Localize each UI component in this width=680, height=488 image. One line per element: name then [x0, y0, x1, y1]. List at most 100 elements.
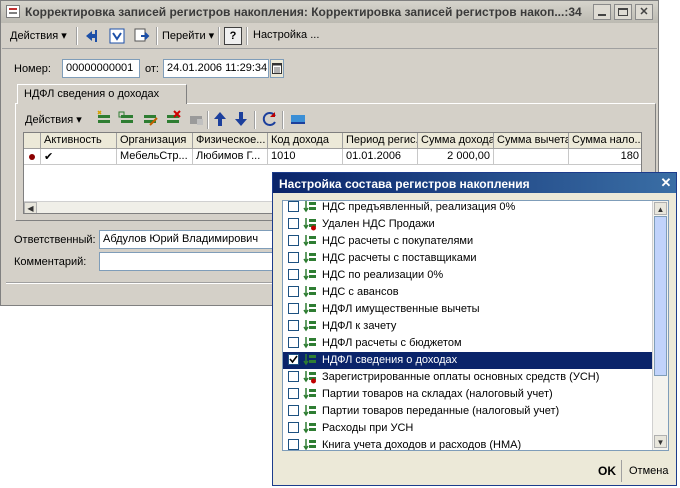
checkbox[interactable] — [288, 303, 299, 314]
help-icon: ? — [229, 30, 237, 42]
table-cell[interactable]: 2 000,00 — [418, 149, 494, 165]
number-label: Номер: — [14, 63, 51, 75]
table-cell[interactable]: 180 — [569, 149, 641, 165]
actions-menu[interactable]: Действия ▾ — [10, 29, 67, 42]
tab-ndfl-income[interactable]: НДФЛ сведения о доходах — [17, 84, 187, 104]
responsible-field[interactable]: Абдулов Юрий Владимирович — [99, 230, 289, 249]
comment-field[interactable] — [99, 252, 289, 271]
table-cell[interactable]: 01.01.2006 — [343, 149, 418, 165]
register-list-item[interactable]: НДФЛ к зачету — [283, 318, 653, 335]
grid-actions-menu[interactable]: Действия ▾ — [25, 113, 82, 126]
column-header[interactable]: Физическое... — [193, 133, 268, 149]
main-title-bar[interactable]: Корректировка записей регистров накоплен… — [1, 1, 658, 23]
scroll-up-icon[interactable]: ▲ — [654, 202, 667, 215]
checkbox[interactable] — [288, 371, 299, 382]
register-list-item[interactable]: Книга учета доходов и расходов (НМА) — [283, 437, 653, 450]
column-header[interactable]: Сумма нало... — [569, 133, 641, 149]
register-list-item[interactable]: НДФЛ имущественные вычеты — [283, 301, 653, 318]
maximize-button[interactable] — [614, 4, 632, 20]
table-cell[interactable]: МебельСтр... — [117, 149, 193, 165]
delete-row-icon[interactable] — [164, 110, 182, 128]
accumulation-register-icon — [303, 439, 316, 450]
post-document-icon[interactable] — [133, 27, 151, 45]
register-list-item[interactable]: Зарегистрированные оплаты основных средс… — [283, 369, 653, 386]
cancel-button[interactable]: Отмена — [629, 465, 668, 477]
column-header[interactable]: Сумма дохода — [418, 133, 494, 149]
ok-button[interactable]: OK — [598, 464, 616, 478]
table-cell[interactable]: 1010 — [268, 149, 343, 165]
checkbox[interactable] — [288, 201, 299, 212]
scroll-left-icon[interactable]: ◀ — [24, 202, 37, 213]
column-header[interactable]: Активность — [41, 133, 117, 149]
checkbox[interactable] — [288, 337, 299, 348]
column-header[interactable]: Организация — [117, 133, 193, 149]
table-cell[interactable]: ✔ — [41, 149, 117, 165]
checkbox[interactable] — [288, 218, 299, 229]
deleted-register-icon — [303, 371, 316, 384]
register-list-item[interactable]: Партии товаров на складах (налоговый уче… — [283, 386, 653, 403]
register-list-item[interactable]: НДФЛ сведения о доходах — [283, 352, 653, 369]
goto-menu[interactable]: Перейти ▾ — [162, 29, 214, 42]
end-edit-icon[interactable] — [187, 110, 205, 128]
checkbox[interactable] — [288, 388, 299, 399]
checkbox[interactable] — [288, 235, 299, 246]
table-cell[interactable] — [494, 149, 569, 165]
scroll-down-icon[interactable]: ▼ — [654, 435, 667, 448]
checkbox-checked[interactable] — [288, 354, 299, 365]
checkbox[interactable] — [288, 286, 299, 297]
add-row-icon[interactable] — [95, 110, 113, 128]
register-list[interactable]: НДС предъявленный, реализация 0% Удален Н… — [282, 200, 669, 451]
column-header[interactable]: Период регис... — [343, 133, 418, 149]
move-up-icon[interactable] — [211, 110, 229, 128]
checkbox[interactable] — [288, 252, 299, 263]
minimize-button[interactable] — [593, 4, 611, 20]
toolbar-separator — [207, 111, 209, 129]
help-button[interactable]: ? — [224, 27, 242, 45]
register-list-item[interactable]: Партии товаров переданные (налоговый уче… — [283, 403, 653, 420]
back-arrow-icon[interactable] — [83, 27, 101, 45]
column-header[interactable]: Сумма вычета — [494, 133, 569, 149]
register-list-item[interactable]: НДС расчеты с покупателями — [283, 233, 653, 250]
toolbar-separator — [218, 27, 220, 45]
close-button[interactable]: ✕ — [635, 4, 653, 20]
checkbox[interactable] — [288, 439, 299, 450]
accumulation-register-icon — [303, 320, 316, 332]
dialog-close-button[interactable]: ✕ — [658, 175, 674, 191]
move-down-icon[interactable] — [232, 110, 250, 128]
register-list-item-label: НДФЛ имущественные вычеты — [322, 303, 480, 315]
vertical-scrollbar[interactable]: ▲ ▼ — [652, 201, 668, 450]
dialog-title: Настройка состава регистров накопления — [279, 177, 530, 191]
register-list-item[interactable]: Расходы при УСН — [283, 420, 653, 437]
movement-report-icon[interactable] — [108, 27, 126, 45]
checkbox[interactable] — [288, 422, 299, 433]
register-list-item[interactable]: НДФЛ расчеты с бюджетом — [283, 335, 653, 352]
register-list-item[interactable]: НДС предъявленный, реализация 0% — [283, 201, 653, 216]
dialog-title-bar[interactable]: Настройка состава регистров накопления ✕ — [273, 173, 676, 193]
close-icon: ✕ — [639, 6, 649, 18]
settings-button[interactable]: Настройка ... — [253, 29, 319, 41]
edit-row-icon[interactable] — [141, 110, 159, 128]
accumulation-register-icon — [303, 286, 316, 298]
register-list-item[interactable]: НДС с авансов — [283, 284, 653, 301]
close-icon: ✕ — [660, 175, 672, 190]
copy-row-icon[interactable] — [118, 110, 136, 128]
date-field[interactable]: 24.01.2006 11:29:34 — [163, 59, 269, 78]
settings-icon[interactable] — [289, 110, 307, 128]
accumulation-register-icon — [303, 235, 316, 247]
table-cell[interactable]: Любимов Г... — [193, 149, 268, 165]
refresh-icon[interactable] — [261, 110, 279, 128]
checkbox[interactable] — [288, 269, 299, 280]
checkbox[interactable] — [288, 405, 299, 416]
row-marker[interactable] — [24, 149, 41, 165]
register-list-item[interactable]: НДС расчеты с поставщиками — [283, 250, 653, 267]
checkbox[interactable] — [288, 320, 299, 331]
register-list-item[interactable]: НДС по реализации 0% — [283, 267, 653, 284]
calendar-button[interactable] — [270, 59, 284, 78]
register-list-item[interactable]: Удален НДС Продажи — [283, 216, 653, 233]
scrollbar-thumb[interactable] — [654, 216, 667, 376]
register-list-item-label: НДС расчеты с покупателями — [322, 235, 474, 247]
column-header[interactable]: Код дохода — [268, 133, 343, 149]
register-list-item-label: НДС с авансов — [322, 286, 399, 298]
register-list-item-label: Партии товаров на складах (налоговый уче… — [322, 388, 553, 400]
number-field[interactable]: 00000000001 — [62, 59, 140, 78]
